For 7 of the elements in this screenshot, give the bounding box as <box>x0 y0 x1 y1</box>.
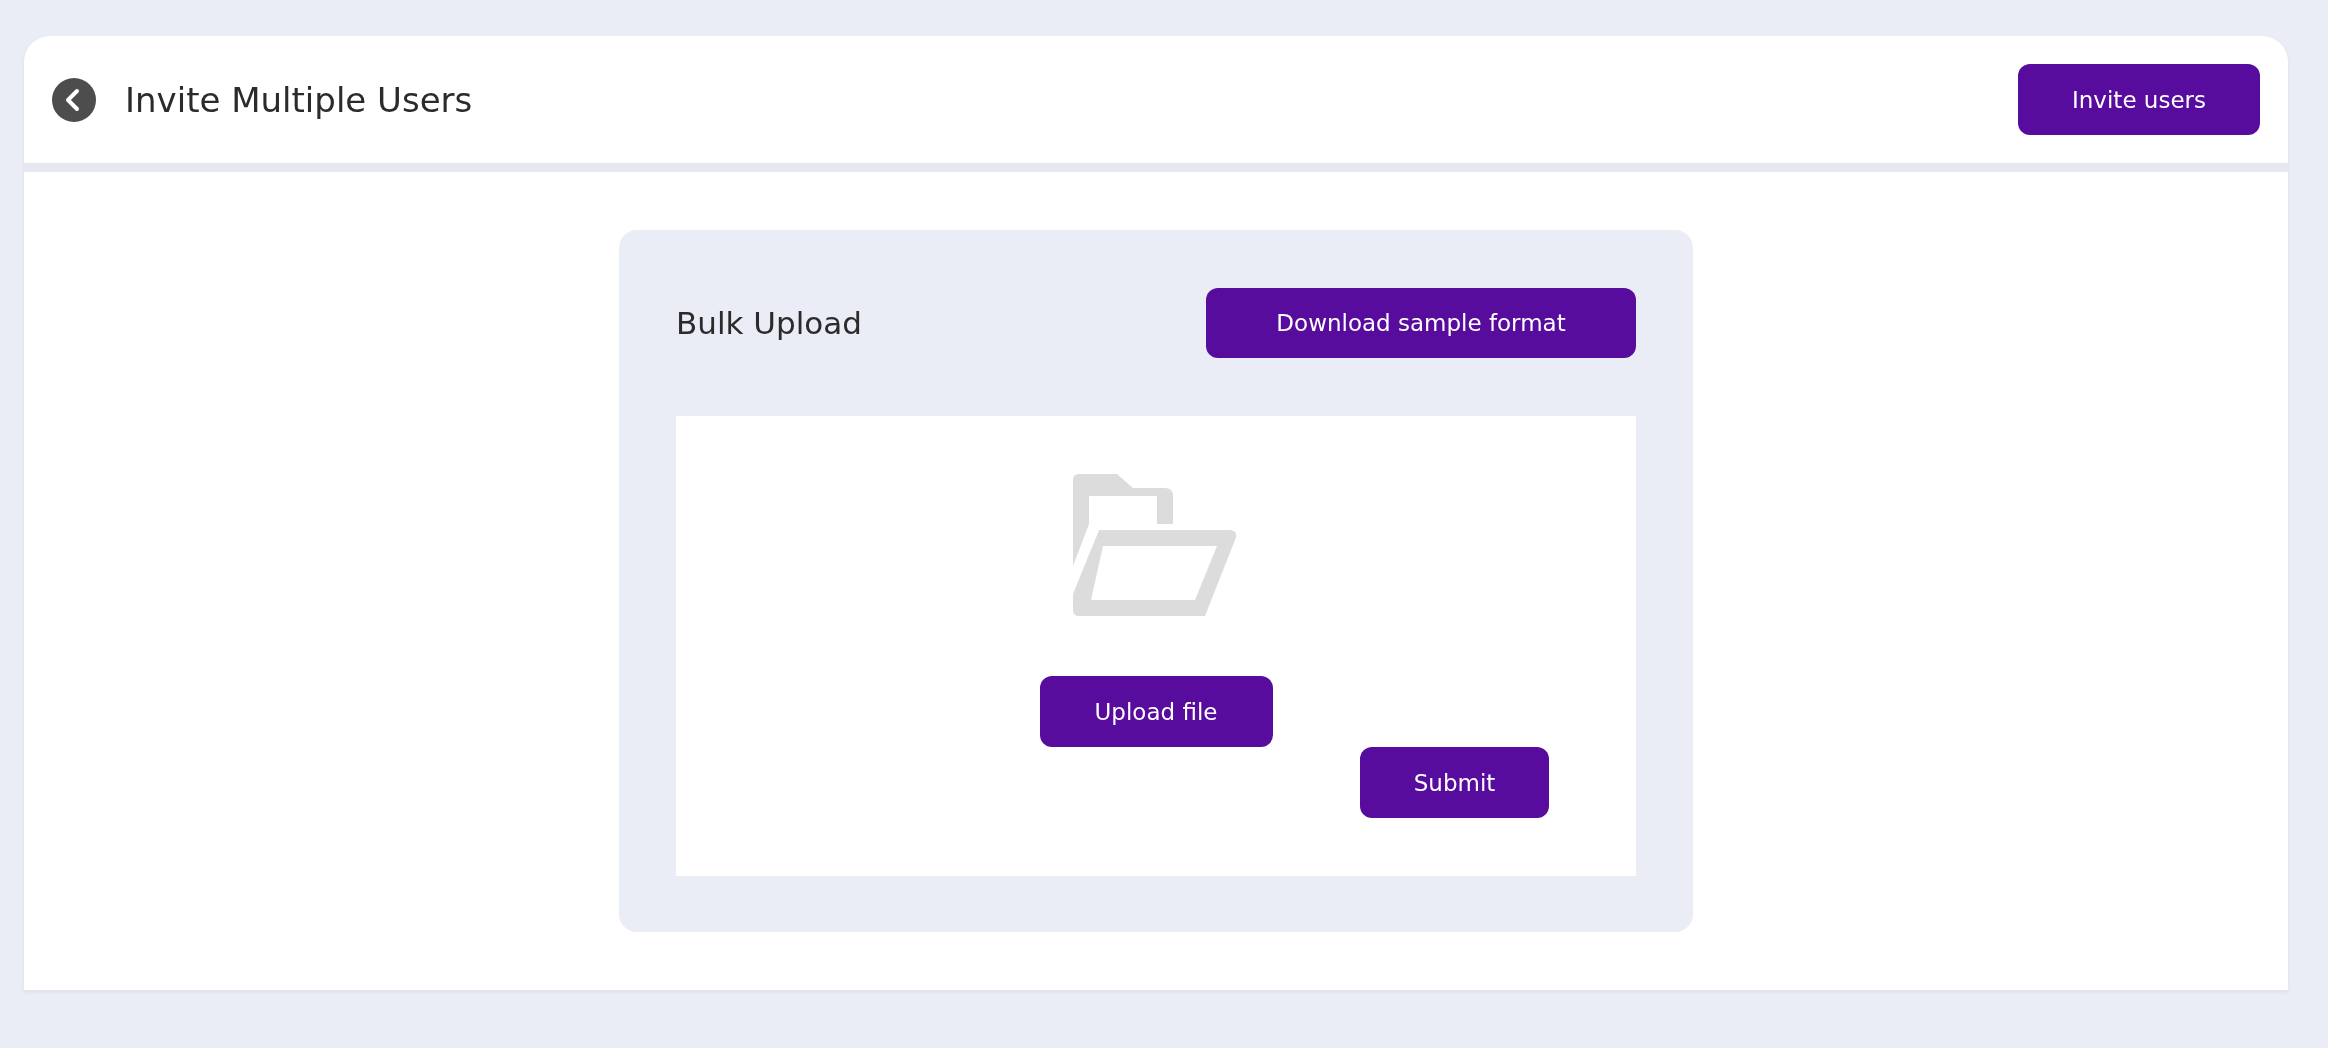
page-title: Invite Multiple Users <box>125 79 474 120</box>
panel-title: Bulk Upload <box>676 305 862 341</box>
submit-button[interactable]: Submit <box>1360 747 1549 818</box>
back-icon[interactable] <box>52 77 96 122</box>
download-sample-button[interactable]: Download sample format <box>1206 288 1636 358</box>
invite-users-button[interactable]: Invite users <box>2018 64 2260 135</box>
upload-file-button[interactable]: Upload file <box>1039 676 1273 747</box>
